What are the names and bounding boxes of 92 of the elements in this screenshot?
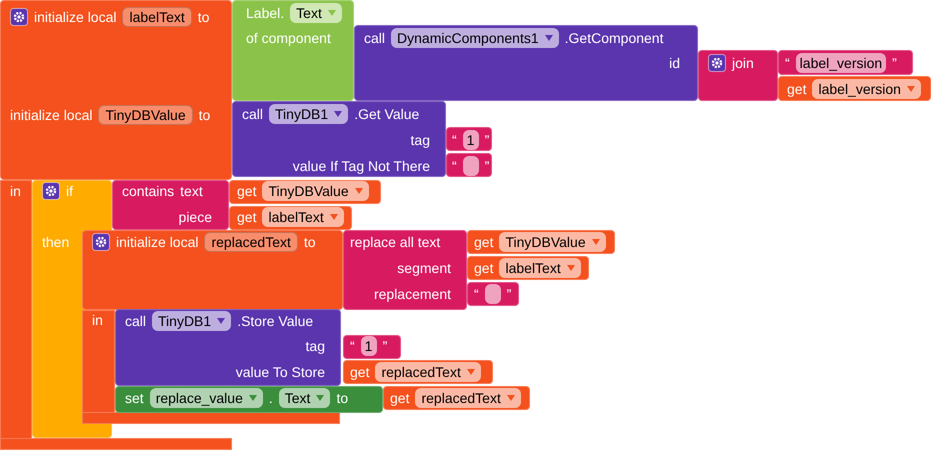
block-label: call	[242, 107, 264, 121]
dropdown-arrow-icon	[566, 265, 575, 271]
block-label: in	[10, 184, 21, 198]
text-field[interactable]: label_version	[796, 53, 886, 73]
gear-icon[interactable]	[708, 54, 726, 72]
block-label: .Store Value	[237, 314, 314, 328]
block-label: in	[92, 313, 103, 327]
text-string-block	[467, 282, 519, 306]
dropdown-arrow-icon	[506, 395, 515, 401]
block-label: “	[474, 287, 479, 301]
block-label: get	[787, 82, 806, 96]
text-string-block	[343, 335, 401, 359]
dropdown-arrow-icon	[328, 10, 336, 16]
block-label: segment	[397, 261, 451, 275]
dropdown[interactable]: TinyDBValue	[499, 232, 606, 252]
dropdown-arrow-icon	[544, 35, 553, 41]
block-label: contains	[122, 184, 174, 198]
block-label: ”	[484, 133, 490, 147]
block-label: get	[237, 184, 256, 198]
dropdown[interactable]: DynamicComponents1	[391, 28, 559, 48]
text-field[interactable]	[484, 284, 501, 304]
gear-icon[interactable]	[10, 8, 28, 26]
dropdown-arrow-icon	[217, 318, 226, 324]
block-label: “	[350, 339, 355, 353]
block-label: .	[268, 391, 273, 405]
block-label: then	[42, 235, 70, 249]
block-label: id	[669, 56, 680, 70]
block-label: “	[452, 159, 457, 173]
gear-icon[interactable]	[42, 182, 60, 200]
dropdown[interactable]: TinyDB1	[152, 311, 232, 331]
block-label: initialize local	[116, 235, 198, 249]
dropdown[interactable]: labelText	[499, 258, 581, 278]
text-field[interactable]: 1	[462, 130, 479, 150]
dropdown[interactable]: replace_value	[150, 388, 263, 408]
block-label: replacement	[374, 287, 451, 301]
dropdown-arrow-icon	[906, 86, 915, 92]
dropdown[interactable]: label_version	[812, 79, 921, 99]
block-label: to	[198, 108, 210, 122]
block-label: get	[390, 391, 410, 405]
gear-icon[interactable]	[92, 233, 110, 251]
variable-name-field[interactable]: replacedText	[204, 232, 298, 252]
block-label: tag	[410, 133, 430, 147]
text-field[interactable]	[462, 156, 479, 176]
block-label: of component	[246, 31, 331, 45]
dropdown-arrow-icon	[330, 214, 338, 220]
block-label: ”	[484, 159, 490, 173]
dropdown[interactable]: TinyDB1	[269, 104, 348, 124]
dropdown-arrow-icon	[248, 395, 257, 401]
block-label: get	[350, 365, 370, 379]
dropdown[interactable]: Text	[290, 3, 342, 23]
dropdown-arrow-icon	[316, 395, 324, 401]
block-label: get	[474, 261, 494, 275]
block-label: value To Store	[236, 365, 325, 379]
dropdown-arrow-icon	[334, 111, 342, 117]
block-label: get	[237, 210, 256, 224]
block-label: join	[732, 56, 754, 70]
dropdown-arrow-icon	[592, 239, 600, 245]
block-label: Label.	[246, 6, 284, 20]
dropdown[interactable]: replacedText	[415, 388, 521, 408]
dropdown[interactable]: Text	[278, 388, 330, 408]
block-label: ”	[382, 339, 388, 353]
text-string-block	[446, 153, 492, 177]
block-label: “	[452, 133, 457, 147]
block-label: value If Tag Not There	[292, 159, 430, 173]
variable-name-field[interactable]: labelText	[122, 7, 192, 27]
block-label: call	[364, 31, 386, 45]
block-label: set	[125, 391, 144, 405]
variable-name-field[interactable]: TinyDBValue	[98, 105, 193, 125]
block-label: to	[336, 391, 348, 405]
block-label: “	[785, 56, 790, 70]
dropdown[interactable]: TinyDBValue	[262, 181, 369, 201]
block-label: ”	[892, 56, 897, 70]
block-label: ”	[506, 287, 512, 301]
block-label: to	[198, 10, 210, 24]
dropdown[interactable]: labelText	[262, 207, 344, 227]
block-label: tag	[306, 339, 325, 353]
block-label: call	[125, 314, 146, 328]
block-label: .GetComponent	[564, 31, 664, 45]
dropdown[interactable]: replacedText	[375, 362, 481, 382]
text-field[interactable]: 1	[360, 336, 377, 356]
block-label: text	[180, 184, 203, 198]
dropdown-arrow-icon	[466, 369, 475, 375]
block-label: if	[66, 184, 73, 198]
dropdown-arrow-icon	[354, 188, 363, 194]
block-label: piece	[178, 210, 212, 224]
block-label: replace all text	[350, 235, 440, 249]
block-label: get	[474, 235, 494, 249]
text-string-block	[446, 127, 492, 151]
block-label: to	[304, 235, 316, 249]
block-label: .Get Value	[354, 107, 420, 121]
block-label: initialize local	[10, 108, 92, 122]
block-label: initialize local	[34, 10, 116, 24]
